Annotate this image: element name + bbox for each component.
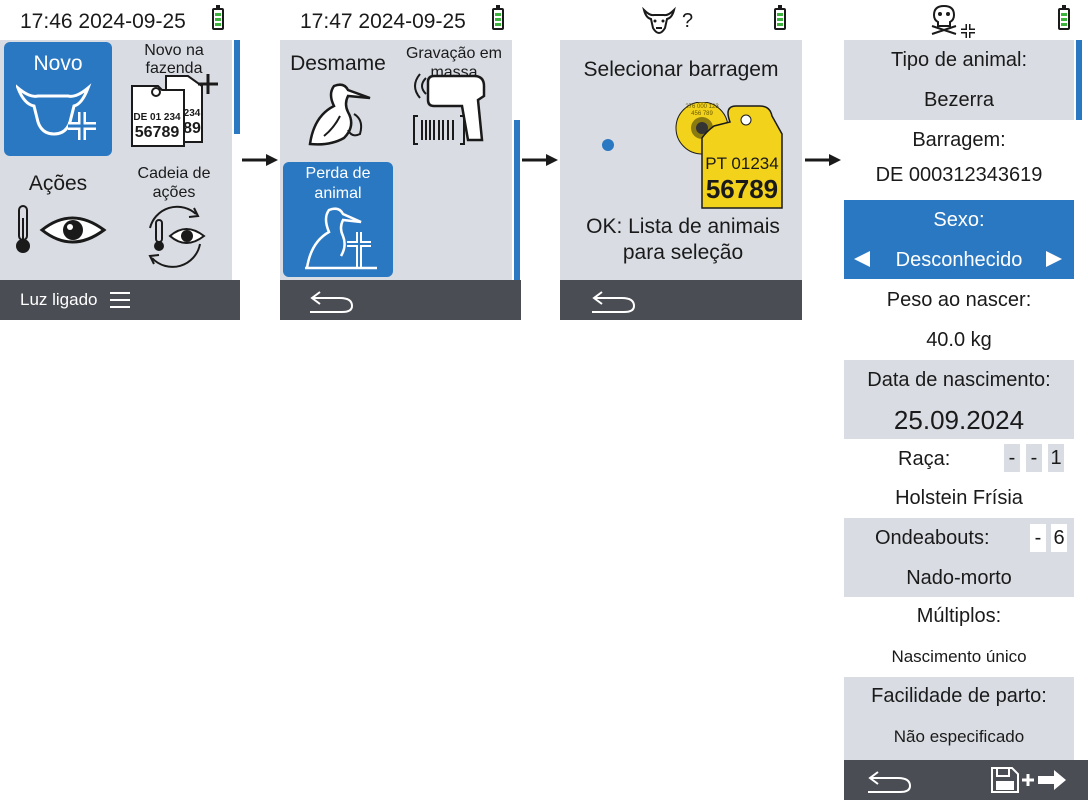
action-chain-icon: [148, 205, 206, 268]
tile-novo-na-fazenda[interactable]: Novo na fazenda 234 89 DE 01 234 56789: [118, 40, 230, 158]
tile-perda-de-animal[interactable]: Perda de animal: [283, 162, 393, 277]
status-symbol: ?: [682, 10, 694, 32]
status-bar: [844, 0, 1088, 40]
tile-acoes[interactable]: Ações: [4, 162, 112, 278]
tag-line1: PT 01234: [705, 154, 779, 173]
onde-label: Ondeabouts:: [875, 527, 990, 549]
menu-grid: Novo Novo na fazenda 234 89 DE 01 234 56…: [0, 40, 232, 280]
stork-icon: [308, 83, 371, 146]
barragem-label: Barragem:: [912, 129, 1006, 151]
ok-hint: OK: Lista de animais para seleção: [586, 215, 780, 264]
scrollbar[interactable]: [234, 40, 240, 134]
arrow-right-icon: [805, 154, 841, 166]
tile-label: Novo: [33, 52, 83, 75]
battery-icon: [1058, 5, 1070, 30]
select-dam-panel: Selecionar barragem 276 000 123 456 789 …: [560, 40, 802, 280]
multiplos-value[interactable]: Nascimento único: [844, 647, 1074, 667]
sexo-label: Sexo:: [933, 209, 985, 231]
scanner-icon: [413, 73, 486, 145]
menu-grid: Desmame Gravação em massa Perda de anima…: [280, 40, 512, 280]
tile-desmame[interactable]: Desmame: [282, 40, 394, 158]
tag-back-line2: 89: [183, 120, 201, 137]
scrollbar[interactable]: [514, 120, 520, 280]
tag-front-line2: 56789: [134, 124, 180, 141]
sexo-value[interactable]: Desconhecido: [844, 249, 1074, 272]
battery-icon: [212, 5, 224, 30]
save-next-icon[interactable]: [990, 766, 1068, 794]
tile-label: Desmame: [290, 52, 386, 75]
tile-gravacao-em-massa[interactable]: Gravação em massa: [398, 40, 510, 158]
tag-back-line1: 234: [183, 108, 201, 119]
back-arrow-icon[interactable]: [866, 768, 912, 794]
skull-plus-icon: [931, 4, 975, 38]
screen-new-animal-menu: 17:47 2024-09-25 Desmame Gravação em mas…: [280, 0, 521, 320]
battery-icon: [492, 5, 504, 30]
tipo-value[interactable]: Bezerra: [844, 89, 1074, 112]
arrow-right-icon[interactable]: [1046, 251, 1062, 267]
arrow-right-icon: [522, 154, 558, 166]
raca-value[interactable]: Holstein Frísia: [844, 487, 1074, 510]
multiplos-label: Múltiplos:: [916, 605, 1002, 627]
status-bar: 17:47 2024-09-25: [280, 0, 521, 40]
round-tag-text: 276 000 123 456 789: [685, 104, 719, 117]
peso-label: Peso ao nascer:: [886, 289, 1032, 311]
bottom-bar: [844, 760, 1088, 800]
status-bar: ?: [560, 0, 802, 40]
screen-select-dam: ? Selecionar barragem 276 000 123 456 78…: [560, 0, 802, 320]
menu-icon[interactable]: [110, 291, 130, 309]
bottom-bar: Luz ligado: [0, 280, 240, 320]
onde-value[interactable]: Nado-morto: [844, 567, 1074, 590]
raca-code-1[interactable]: -: [1004, 444, 1020, 472]
footer-label: Luz ligado: [20, 290, 98, 309]
facilidade-label: Facilidade de parto:: [871, 685, 1047, 707]
tipo-label: Tipo de animal:: [891, 49, 1027, 71]
tile-cadeia-de-acoes[interactable]: Cadeia de ações: [118, 162, 230, 278]
tag-front-line1: DE 01 234: [133, 112, 181, 123]
battery-icon: [774, 5, 786, 30]
arrow-right-icon: [242, 154, 278, 166]
scrollbar[interactable]: [1076, 40, 1082, 120]
raca-code-2[interactable]: -: [1026, 444, 1042, 472]
bottom-bar: [280, 280, 521, 320]
cow-head-icon: [642, 6, 676, 34]
status-bar: 17:46 2024-09-25: [0, 0, 240, 40]
barragem-value[interactable]: DE 000312343619: [844, 164, 1074, 187]
data-label: Data de nascimento:: [867, 369, 1051, 391]
thermometer-eye-icon: [16, 205, 107, 253]
raca-label: Raça:: [898, 448, 951, 470]
clock: 17:47 2024-09-25: [300, 10, 466, 33]
panel-title: Selecionar barragem: [583, 58, 779, 81]
screen-animal-loss-form: Tipo de animal: Bezerra Barragem: DE 000…: [844, 0, 1088, 800]
data-value[interactable]: 25.09.2024: [844, 405, 1074, 436]
bottom-bar: [560, 280, 802, 320]
tile-label: Cadeia de ações: [137, 165, 211, 201]
tag-line2: 56789: [705, 174, 779, 204]
clock: 17:46 2024-09-25: [20, 10, 186, 33]
screen-main-menu: 17:46 2024-09-25 Novo Novo na fazenda 23…: [0, 0, 240, 320]
tile-label: Perda de animal: [305, 165, 371, 202]
tile-novo[interactable]: Novo: [4, 42, 112, 156]
facilidade-value[interactable]: Não especificado: [844, 727, 1074, 747]
peso-value[interactable]: 40.0 kg: [844, 329, 1074, 352]
onde-code-1[interactable]: -: [1030, 524, 1046, 552]
progress-dot: [602, 139, 614, 151]
back-arrow-icon[interactable]: [590, 288, 636, 314]
raca-code-3[interactable]: 1: [1048, 444, 1064, 472]
onde-code-2[interactable]: 6: [1051, 524, 1067, 552]
back-arrow-icon[interactable]: [308, 288, 354, 314]
cow-plus-icon: [16, 83, 100, 140]
stork-cross-icon: [305, 207, 377, 270]
tile-label: Ações: [28, 172, 88, 195]
